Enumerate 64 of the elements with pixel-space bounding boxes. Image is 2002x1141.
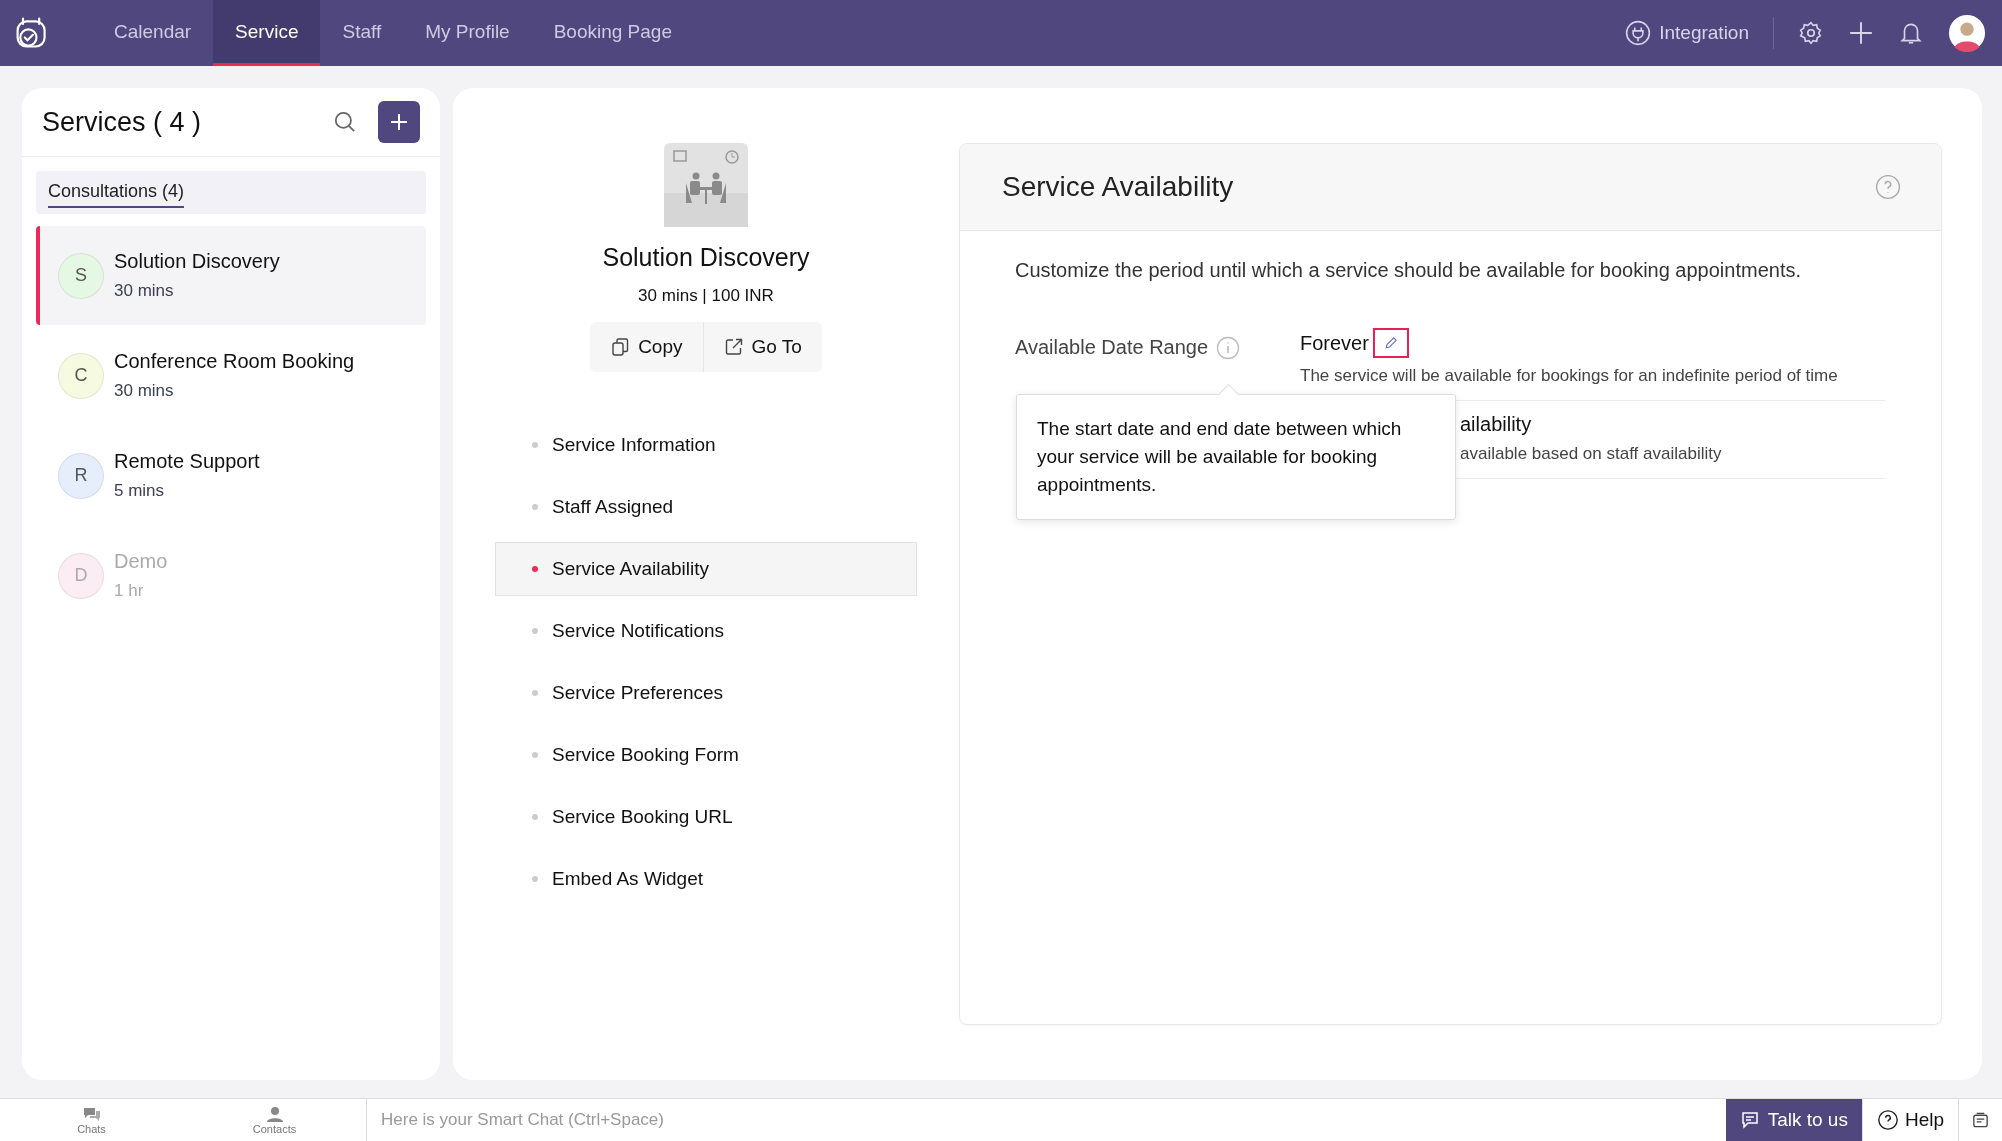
- card-title: Service Availability: [1002, 171, 1234, 203]
- option-description: The service will be available for bookings for an indefinite period of time: [1300, 366, 1839, 386]
- service-duration: 30 mins: [114, 381, 175, 401]
- pencil-icon: [1382, 335, 1399, 351]
- section-nav-item[interactable]: Service Notifications: [495, 604, 917, 658]
- initial-avatar: D: [58, 552, 104, 599]
- option-title: ailability: [1460, 413, 1532, 436]
- tooltip-text: The start date and end date between which your service will be available for booking appointments.: [1037, 417, 1403, 497]
- person-icon: [264, 1105, 285, 1122]
- service-name: Solution Discovery: [114, 250, 280, 273]
- add-service-button[interactable]: [378, 101, 420, 143]
- service-duration: 1 hr: [114, 581, 145, 601]
- service-duration: 30 mins: [114, 281, 175, 301]
- section-nav-item[interactable]: Staff Assigned: [495, 480, 917, 534]
- section-nav-item[interactable]: Service Preferences: [495, 666, 917, 720]
- help-icon: [1876, 1109, 1899, 1131]
- section-nav-item[interactable]: Embed As Widget: [495, 852, 917, 906]
- plus-icon[interactable]: [1848, 20, 1874, 46]
- copy-icon: [610, 337, 631, 357]
- bottom-tab[interactable]: Chats: [0, 1099, 183, 1141]
- initial-avatar: R: [58, 452, 104, 499]
- service-list-item[interactable]: C Conference Room Booking 30 mins: [36, 326, 426, 425]
- section-nav-item[interactable]: Service Information: [495, 418, 917, 472]
- nav-tab[interactable]: My Profile: [403, 0, 532, 66]
- smart-chat-field[interactable]: Here is your Smart Chat (Ctrl+Space): [366, 1099, 1726, 1141]
- action-button[interactable]: Copy: [590, 322, 703, 372]
- nav-tab[interactable]: Calendar: [92, 0, 214, 66]
- nav-tab[interactable]: Booking Page: [531, 0, 694, 66]
- action-button[interactable]: Go To: [702, 322, 822, 372]
- integration-link[interactable]: Integration: [1625, 20, 1749, 46]
- chat-bubbles-icon: [81, 1105, 102, 1122]
- nav-tab[interactable]: Service: [213, 0, 321, 66]
- user-avatar-icon[interactable]: [1948, 14, 1986, 52]
- help-button[interactable]: Help: [1861, 1099, 1958, 1141]
- chat-icon: [1739, 1110, 1760, 1130]
- initial-avatar: S: [58, 252, 104, 299]
- settings-icon[interactable]: [1798, 20, 1824, 46]
- option-description: available based on staff availability: [1460, 444, 1723, 464]
- card-description: Customize the period until which a service should be available for booking appointments.: [1015, 259, 1802, 282]
- category-tab[interactable]: Consultations (4): [48, 177, 185, 208]
- section-nav-item[interactable]: Service Booking URL: [495, 790, 917, 844]
- search-icon[interactable]: [332, 109, 358, 135]
- external-link-icon: [723, 337, 744, 357]
- service-list-item[interactable]: R Remote Support 5 mins: [36, 426, 426, 525]
- talk-to-us-button[interactable]: Talk to us: [1725, 1099, 1862, 1141]
- plug-icon: [1625, 20, 1652, 46]
- nav-tab[interactable]: Staff: [320, 0, 404, 66]
- panel-title: Services ( 4 ): [42, 106, 203, 138]
- field-label: Available Date Range: [1015, 336, 1209, 359]
- service-duration: 5 mins: [114, 481, 166, 501]
- service-meta: 30 mins | 100 INR: [638, 286, 774, 306]
- bottom-tab[interactable]: Contacts: [183, 1099, 366, 1141]
- section-nav-item[interactable]: Service Availability: [495, 542, 917, 596]
- initial-avatar: C: [58, 352, 104, 399]
- service-name: Demo: [114, 550, 168, 573]
- service-name: Conference Room Booking: [114, 350, 355, 373]
- service-list-item[interactable]: S Solution Discovery 30 mins: [36, 226, 426, 325]
- chat-window-icon[interactable]: [1958, 1099, 2002, 1141]
- service-title: Solution Discovery: [602, 243, 810, 272]
- plus-icon: [389, 112, 409, 132]
- edit-button[interactable]: [1372, 328, 1409, 358]
- section-nav-item[interactable]: Service Booking Form: [495, 728, 917, 782]
- option-title: Forever: [1300, 331, 1369, 355]
- service-name: Remote Support: [114, 450, 260, 473]
